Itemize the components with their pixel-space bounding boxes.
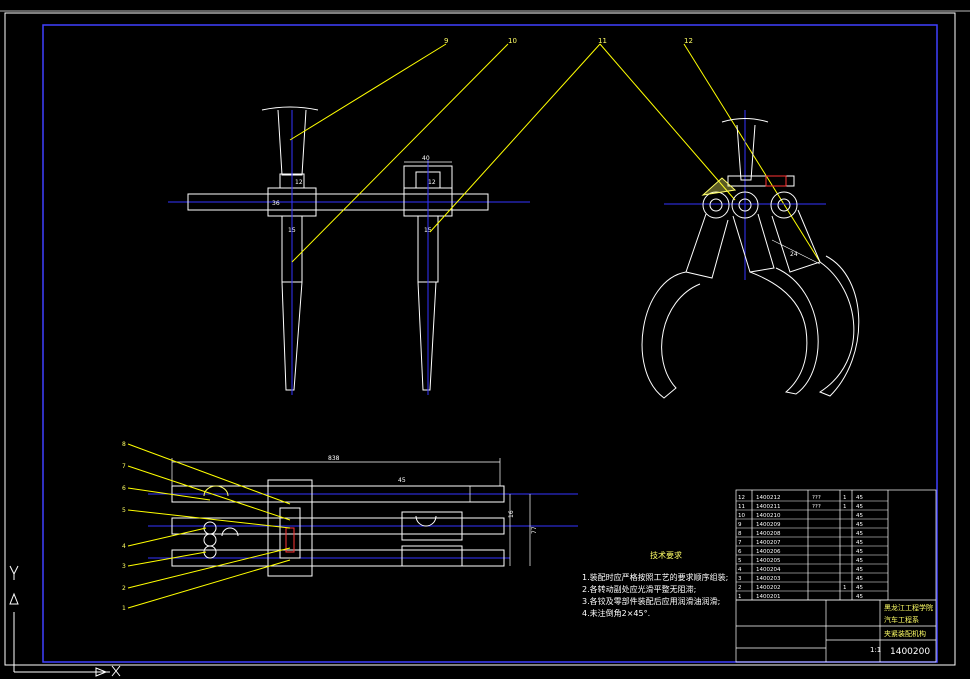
bom-cell-name: ???: [812, 504, 821, 510]
scale: 1:1: [870, 646, 881, 654]
bom-cell-code: 1400203: [756, 576, 781, 582]
bom-cell-code: 1400204: [756, 567, 781, 573]
dim-838: 838: [328, 455, 340, 462]
bom-cell-no: 7: [738, 540, 742, 546]
bom-cell-mat: 45: [856, 576, 863, 582]
bom-cell-no: 3: [738, 576, 742, 582]
drawing-no: 1400200: [890, 647, 930, 657]
dim-15-a: 15: [288, 227, 296, 234]
school-name: 黑龙江工程学院: [884, 603, 933, 612]
bom-cell-no: 8: [738, 531, 742, 537]
bom-cell-no: 10: [738, 513, 745, 519]
bom-cell-code: 1400210: [756, 513, 781, 519]
balloon-4: 4: [122, 543, 126, 550]
bom-cell-no: 5: [738, 558, 742, 564]
bom-cell-no: 2: [738, 585, 742, 591]
bom-cell-mat: 45: [856, 540, 863, 546]
bom-cell-mat: 45: [856, 513, 863, 519]
bom-cell-qty: 1: [843, 504, 847, 510]
balloon-3: 3: [122, 563, 126, 570]
bom-cell-mat: 45: [856, 558, 863, 564]
bom-cell-code: 1400202: [756, 585, 781, 591]
bom-cell-no: 1: [738, 594, 742, 600]
balloon-2: 2: [122, 585, 126, 592]
balloon-7: 7: [122, 463, 126, 470]
bom-cell-no: 6: [738, 549, 742, 555]
bom-cell-code: 1400205: [756, 558, 781, 564]
balloon-6: 6: [122, 485, 126, 492]
bom-cell-code: 1400201: [756, 594, 781, 600]
dim-16: 16: [508, 510, 515, 518]
notes-line-3: 3.各铰及零部件装配后应用润滑油润滑;: [582, 596, 720, 606]
bom-cell-mat: 45: [856, 522, 863, 528]
notes-title: 技术要求: [650, 550, 682, 560]
notes-line-4: 4.未注倒角2×45°.: [582, 608, 650, 618]
balloon-11: 11: [598, 37, 607, 45]
dim-24: 24: [790, 251, 798, 258]
balloon-10: 10: [508, 37, 517, 45]
bom-cell-mat: 45: [856, 567, 863, 573]
bom-cell-code: 1400209: [756, 522, 781, 528]
balloon-12: 12: [684, 37, 693, 45]
bom-cell-code: 1400207: [756, 540, 781, 546]
dim-15-b: 15: [424, 227, 432, 234]
bom-cell-mat: 45: [856, 585, 863, 591]
bom-cell-no: 11: [738, 504, 745, 510]
notes-line-1: 1.装配时应严格按照工艺的要求顺序组装;: [582, 572, 728, 582]
bom-cell-mat: 45: [856, 495, 863, 501]
dept-name: 汽车工程系: [884, 615, 919, 624]
balloon-8: 8: [122, 441, 126, 448]
dim-12-a: 12: [295, 179, 303, 186]
bom-cell-code: 1400211: [756, 504, 781, 510]
cad-drawing: 40 12 12 15 15 36 9 10 11 12 24 838 77 1…: [0, 0, 970, 679]
bom-cell-mat: 45: [856, 531, 863, 537]
bom-cell-qty: 1: [843, 495, 847, 501]
bom-cell-code: 1400212: [756, 495, 781, 501]
bom-cell-no: 12: [738, 495, 745, 501]
dim-40: 40: [422, 155, 430, 162]
bom-cell-code: 1400206: [756, 549, 781, 555]
bom-cell-mat: 45: [856, 549, 863, 555]
dim-12-b: 12: [428, 179, 436, 186]
dim-77: 77: [531, 526, 538, 534]
bom-cell-no: 9: [738, 522, 742, 528]
bom-cell-code: 1400208: [756, 531, 781, 537]
balloon-9: 9: [444, 37, 448, 45]
balloon-1: 1: [122, 605, 126, 612]
notes-line-2: 2.各转动副处应光滑平整无阻滞;: [582, 584, 696, 594]
bom-cell-mat: 45: [856, 594, 863, 600]
bom-cell-qty: 1: [843, 585, 847, 591]
drawing-name: 夹紧装配机构: [884, 629, 926, 638]
bom-cell-no: 4: [738, 567, 742, 573]
bom-cell-name: ???: [812, 495, 821, 501]
dim-36: 36: [272, 200, 280, 207]
bom-cell-mat: 45: [856, 504, 863, 510]
dim-45: 45: [398, 477, 406, 484]
balloon-5: 5: [122, 507, 126, 514]
